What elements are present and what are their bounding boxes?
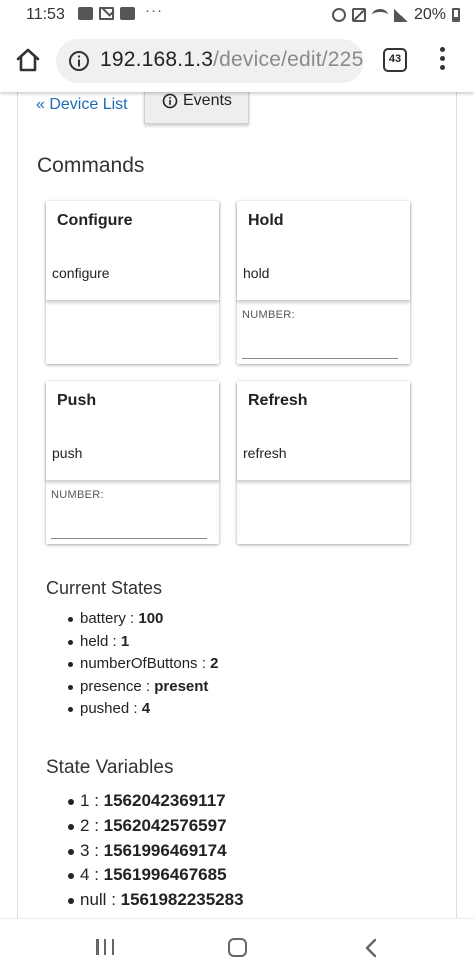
more-notifications-icon: ··· [145, 2, 163, 19]
command-title: Configure [57, 212, 133, 229]
command-name: hold [243, 265, 270, 281]
back-chevron-icon [365, 938, 377, 958]
gallery-icon [78, 7, 93, 20]
current-states-list: battery : 100 held : 1 numberOfButtons :… [67, 608, 218, 721]
commands-title: Commands [37, 154, 145, 177]
current-states-title: Current States [46, 578, 163, 598]
browser-toolbar: 192.168.1.3/device/edit/225 43 [0, 30, 474, 92]
info-icon[interactable] [68, 50, 90, 72]
command-name: configure [52, 265, 110, 281]
list-item: presence : present [67, 676, 218, 699]
command-card-hold: Hold hold NUMBER: [237, 201, 410, 364]
events-tab-label: Events [183, 92, 232, 109]
list-item: pushed : 4 [67, 698, 218, 721]
home-icon [16, 48, 40, 72]
battery-icon [452, 8, 460, 22]
number-param-label: NUMBER: [51, 489, 104, 501]
status-bar: 11:53 ··· 20% [0, 0, 474, 30]
state-variables-list: 1 : 1562042369117 2 : 1562042576597 3 : … [68, 789, 244, 913]
menu-dot-icon [439, 56, 445, 61]
menu-dot-icon [439, 47, 445, 52]
mute-icon [351, 8, 366, 22]
list-item: 3 : 1561996469174 [68, 839, 244, 864]
command-card-configure: Configure configure [46, 201, 219, 364]
info-icon [162, 93, 178, 109]
url-host: 192.168.1.3 [100, 48, 214, 71]
home-button[interactable] [14, 46, 42, 74]
signal-icon [393, 8, 408, 22]
status-notification-icons: ··· [78, 2, 163, 20]
number-param-label: NUMBER: [242, 309, 295, 321]
nav-home-button[interactable] [228, 938, 247, 957]
system-nav-bar [0, 918, 474, 974]
recents-icon [111, 939, 114, 955]
alarm-icon [331, 8, 346, 22]
command-card-push: Push push NUMBER: [46, 381, 219, 544]
command-title: Refresh [248, 392, 308, 409]
device-list-link[interactable]: « Device List [36, 96, 128, 114]
push-number-input[interactable] [51, 521, 207, 539]
url-text[interactable]: 192.168.1.3/device/edit/225 [100, 48, 363, 72]
browser-menu-button[interactable] [432, 47, 452, 75]
url-bar[interactable]: 192.168.1.3/device/edit/225 [56, 39, 364, 83]
status-system-icons: 20% [331, 6, 460, 24]
recent-apps-button[interactable] [96, 939, 114, 955]
status-time: 11:53 [26, 6, 65, 23]
command-name: refresh [243, 445, 287, 461]
command-title: Push [57, 392, 97, 409]
command-card-refresh: Refresh refresh [237, 381, 410, 544]
gmail-icon [99, 7, 114, 20]
wifi-icon [371, 9, 388, 21]
url-path: /device/edit/225 [213, 48, 364, 71]
list-item: 4 : 1561996467685 [68, 863, 244, 888]
card-icon [120, 7, 135, 20]
command-button-push[interactable]: Push push [46, 381, 219, 481]
battery-percent: 20% [413, 6, 446, 23]
command-button-configure[interactable]: Configure configure [46, 201, 219, 301]
page-viewport[interactable]: « Device List Events Commands Configure … [0, 92, 474, 918]
menu-dot-icon [439, 65, 445, 70]
list-item: battery : 100 [67, 608, 218, 631]
list-item: numberOfButtons : 2 [67, 653, 218, 676]
command-button-hold[interactable]: Hold hold [237, 201, 410, 301]
events-tab[interactable]: Events [144, 92, 249, 124]
recents-icon [96, 939, 99, 955]
hold-number-input[interactable] [242, 341, 398, 359]
tab-switcher-button[interactable]: 43 [383, 48, 407, 72]
recents-icon [103, 939, 107, 955]
list-item: null : 1561982235283 [68, 888, 244, 913]
list-item: held : 1 [67, 631, 218, 654]
nav-back-button[interactable] [364, 938, 378, 958]
list-item: 1 : 1562042369117 [68, 789, 244, 814]
command-title: Hold [248, 212, 284, 229]
list-item: 2 : 1562042576597 [68, 814, 244, 839]
command-name: push [52, 445, 83, 461]
state-variables-title: State Variables [46, 757, 174, 778]
command-button-refresh[interactable]: Refresh refresh [237, 381, 410, 481]
